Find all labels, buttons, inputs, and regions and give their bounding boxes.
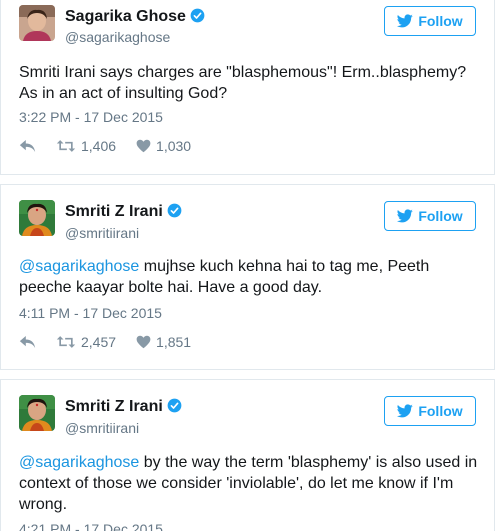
author-name-text: Sagarika Ghose bbox=[65, 8, 186, 25]
follow-button[interactable]: Follow bbox=[384, 201, 476, 231]
avatar[interactable] bbox=[19, 5, 55, 41]
tweet-actions: 2,457 1,851 bbox=[19, 334, 191, 350]
bird-icon bbox=[397, 404, 414, 418]
verified-badge-icon bbox=[190, 8, 205, 23]
follow-label: Follow bbox=[418, 13, 463, 29]
retweet-count: 1,406 bbox=[81, 138, 117, 154]
follow-label: Follow bbox=[418, 208, 463, 224]
retweet-icon bbox=[56, 336, 76, 348]
avatar[interactable] bbox=[19, 200, 55, 236]
reply-button[interactable] bbox=[19, 335, 36, 349]
avatar[interactable] bbox=[19, 395, 55, 431]
retweet-button[interactable]: 1,406 bbox=[56, 138, 116, 154]
author-handle[interactable]: @sagarikaghose bbox=[65, 29, 170, 45]
verified-badge-icon bbox=[167, 398, 182, 413]
tweet-timestamp[interactable]: 4:11 PM - 17 Dec 2015 bbox=[19, 305, 162, 321]
retweet-button[interactable]: 2,457 bbox=[56, 334, 116, 350]
tweet-actions: 1,406 1,030 bbox=[19, 138, 191, 154]
heart-icon bbox=[136, 139, 151, 153]
tweet-timestamp[interactable]: 3:22 PM - 17 Dec 2015 bbox=[19, 109, 163, 125]
tweet-text: @sagarikaghose mujhse kuch kehna hai to … bbox=[19, 256, 481, 298]
heart-icon bbox=[136, 335, 151, 349]
author-name-text: Smriti Z Irani bbox=[65, 398, 163, 415]
reply-icon bbox=[19, 336, 36, 348]
follow-button[interactable]: Follow bbox=[384, 396, 476, 426]
like-count: 1,030 bbox=[156, 138, 192, 154]
author-handle[interactable]: @smritiirani bbox=[65, 420, 139, 436]
author-name[interactable]: Smriti Z Irani bbox=[65, 398, 182, 416]
like-button[interactable]: 1,851 bbox=[136, 334, 191, 350]
reply-button[interactable] bbox=[19, 139, 36, 153]
tweet-feed: Sagarika Ghose @sagarikaghose Follow Smr… bbox=[0, 0, 497, 531]
follow-label: Follow bbox=[418, 403, 463, 419]
author-handle[interactable]: @smritiirani bbox=[65, 225, 139, 241]
retweet-count: 2,457 bbox=[81, 334, 117, 350]
like-button[interactable]: 1,030 bbox=[136, 138, 191, 154]
author-name[interactable]: Sagarika Ghose bbox=[65, 8, 205, 26]
mention-link[interactable]: @sagarikaghose bbox=[19, 258, 139, 275]
bird-icon bbox=[397, 209, 414, 223]
tweet-card: Smriti Z Irani @smritiirani Follow @saga… bbox=[0, 184, 495, 370]
tweet-text: @sagarikaghose by the way the term 'blas… bbox=[19, 452, 481, 515]
like-count: 1,851 bbox=[156, 334, 192, 350]
tweet-timestamp[interactable]: 4:21 PM - 17 Dec 2015 bbox=[19, 521, 163, 531]
follow-button[interactable]: Follow bbox=[384, 6, 476, 36]
bird-icon bbox=[397, 14, 414, 28]
author-name-text: Smriti Z Irani bbox=[65, 203, 163, 220]
tweet-card: Smriti Z Irani @smritiirani Follow @saga… bbox=[0, 379, 495, 531]
author-name[interactable]: Smriti Z Irani bbox=[65, 203, 182, 221]
reply-icon bbox=[19, 140, 36, 152]
tweet-text: Smriti Irani says charges are "blasphemo… bbox=[19, 62, 481, 104]
retweet-icon bbox=[56, 140, 76, 152]
verified-badge-icon bbox=[167, 203, 182, 218]
tweet-card: Sagarika Ghose @sagarikaghose Follow Smr… bbox=[0, 0, 495, 175]
tweet-body: Smriti Irani says charges are "blasphemo… bbox=[19, 64, 467, 102]
mention-link[interactable]: @sagarikaghose bbox=[19, 454, 139, 471]
